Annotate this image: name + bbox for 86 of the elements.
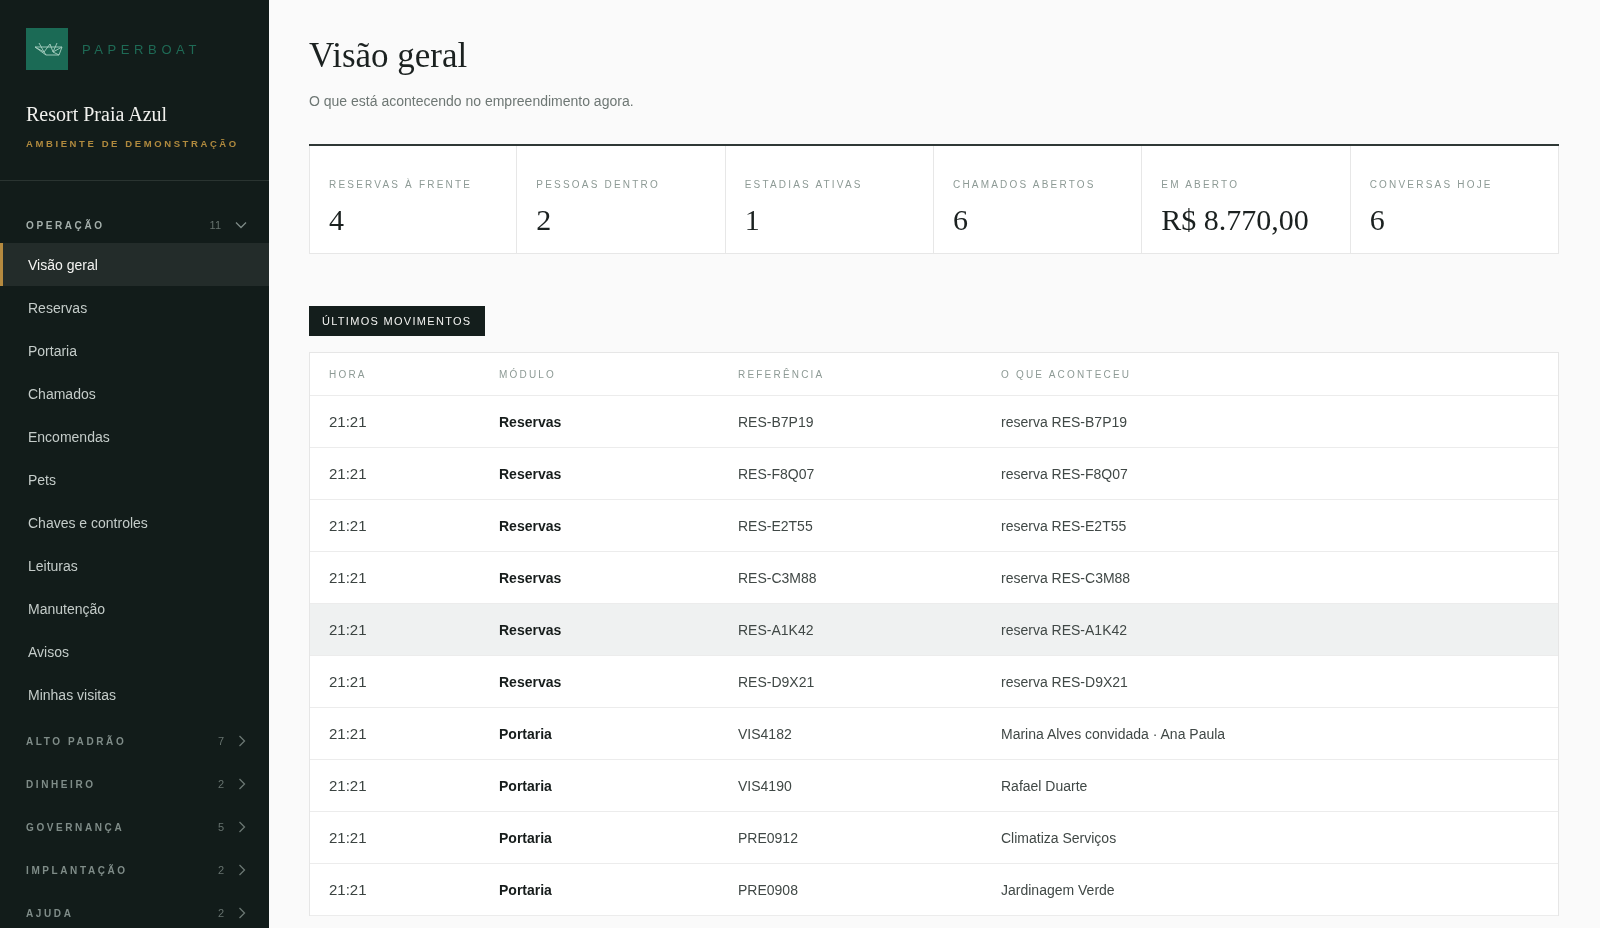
table-cell: reserva RES-F8Q07 [1001, 465, 1128, 482]
table-cell: Climatiza Serviços [1001, 829, 1117, 846]
table-cell: Reservas [499, 621, 562, 638]
table-cell: RES-D9X21 [738, 673, 815, 690]
table-cell: 21:21 [329, 777, 367, 794]
table-cell: 21:21 [329, 517, 367, 534]
table-cell: reserva RES-C3M88 [1001, 569, 1131, 586]
nav-group-label[interactable]: OPERAÇÃO [26, 219, 210, 231]
table-cell: RES-E2T55 [738, 517, 813, 534]
stat-value: 2 [536, 203, 552, 237]
table-cell: Reservas [499, 465, 562, 482]
boat-logo-icon [26, 28, 68, 70]
stat-value: 1 [744, 203, 760, 237]
nav-item[interactable]: Chamados [0, 372, 269, 415]
table-cell: Portaria [499, 881, 552, 898]
property-name: Resort Praia Azul [26, 103, 168, 125]
table-cell: 21:21 [329, 673, 367, 690]
nav-item[interactable]: Pets [0, 458, 269, 501]
nav-group-label[interactable]: AJUDA [26, 907, 218, 919]
nav-group-label[interactable]: DINHEIRO [26, 778, 218, 790]
nav-group-count: 2 [217, 864, 224, 876]
table-cell: Reservas [499, 673, 562, 690]
nav-group-label[interactable]: ALTO PADRÃO [26, 735, 218, 747]
stat-label: CHAMADOS ABERTOS [953, 178, 1096, 192]
nav-group-count: 11 [209, 219, 221, 231]
nav-item[interactable]: Avisos [0, 630, 269, 673]
brand-name: PAPERBOAT [82, 41, 201, 57]
table-cell: reserva RES-B7P19 [1001, 413, 1128, 430]
table-cell: RES-A1K42 [738, 621, 814, 638]
stat-label: ESTADIAS ATIVAS [744, 178, 863, 192]
table-cell: Portaria [499, 777, 552, 794]
nav-item[interactable]: Visão geral [0, 243, 269, 286]
column-header: MÓDULO [499, 368, 557, 380]
table-cell: 21:21 [329, 829, 367, 846]
stat-value: 6 [1369, 203, 1385, 237]
table-cell: 21:21 [329, 881, 367, 898]
table-cell: PRE0912 [738, 829, 798, 846]
environment-label: AMBIENTE DE DEMONSTRAÇÃO [26, 137, 239, 151]
nav-item[interactable]: Manutenção [0, 587, 269, 630]
section-heading: ÚLTIMOS MOVIMENTOS [309, 306, 485, 336]
page-title: Visão geral [309, 35, 468, 77]
nav-item[interactable]: Chaves e controles [0, 501, 269, 544]
column-header: REFERÊNCIA [738, 368, 825, 380]
stat-label: PESSOAS DENTRO [536, 178, 660, 192]
table-cell: 21:21 [329, 569, 367, 586]
table-cell: 21:21 [329, 725, 367, 742]
nav-group-count: 2 [217, 778, 224, 790]
table-cell: Marina Alves convidada · Ana Paula [1001, 725, 1226, 742]
nav-item[interactable]: Portaria [0, 329, 269, 372]
table-cell: Portaria [499, 829, 552, 846]
table-cell: Reservas [499, 517, 562, 534]
nav-group-label[interactable]: IMPLANTAÇÃO [26, 864, 218, 876]
column-header: O QUE ACONTECEU [1001, 368, 1132, 380]
table-cell: Rafael Duarte [1001, 777, 1088, 794]
table-cell: 21:21 [329, 621, 367, 638]
table-cell: reserva RES-E2T55 [1001, 517, 1127, 534]
nav-item[interactable]: Reservas [0, 286, 269, 329]
page-subtitle: O que está acontecendo no empreendimento agora. [309, 92, 634, 111]
table-cell: reserva RES-D9X21 [1001, 673, 1128, 690]
table-cell: Portaria [499, 725, 552, 742]
table-cell: VIS4190 [738, 777, 792, 794]
nav-group-label[interactable]: GOVERNANÇA [26, 821, 218, 833]
nav-group-count: 2 [217, 907, 224, 919]
stat-label: EM ABERTO [1161, 178, 1240, 192]
stat-value: 4 [329, 203, 344, 237]
nav-group-count: 5 [217, 821, 224, 833]
stat-value: R$ 8.770,00 [1161, 203, 1309, 237]
table-cell: RES-F8Q07 [738, 465, 815, 482]
table-cell: reserva RES-A1K42 [1001, 621, 1128, 638]
table-cell: RES-C3M88 [738, 569, 817, 586]
nav-group-count: 7 [217, 735, 224, 747]
nav-item[interactable]: Minhas visitas [0, 673, 269, 716]
table-cell: 21:21 [329, 465, 367, 482]
table-cell: Reservas [499, 413, 562, 430]
table-cell: 21:21 [329, 413, 367, 430]
nav-item[interactable]: Encomendas [0, 415, 269, 458]
table-cell: PRE0908 [738, 881, 798, 898]
table-cell: Reservas [499, 569, 562, 586]
table-cell: RES-B7P19 [738, 413, 814, 430]
column-header: HORA [329, 368, 367, 380]
stat-label: RESERVAS À FRENTE [329, 178, 473, 192]
stat-value: 6 [953, 203, 968, 237]
table-cell: Jardinagem Verde [1001, 881, 1115, 898]
nav-item[interactable]: Leituras [0, 544, 269, 587]
stat-label: CONVERSAS HOJE [1369, 178, 1493, 192]
table-cell: VIS4182 [738, 725, 792, 742]
